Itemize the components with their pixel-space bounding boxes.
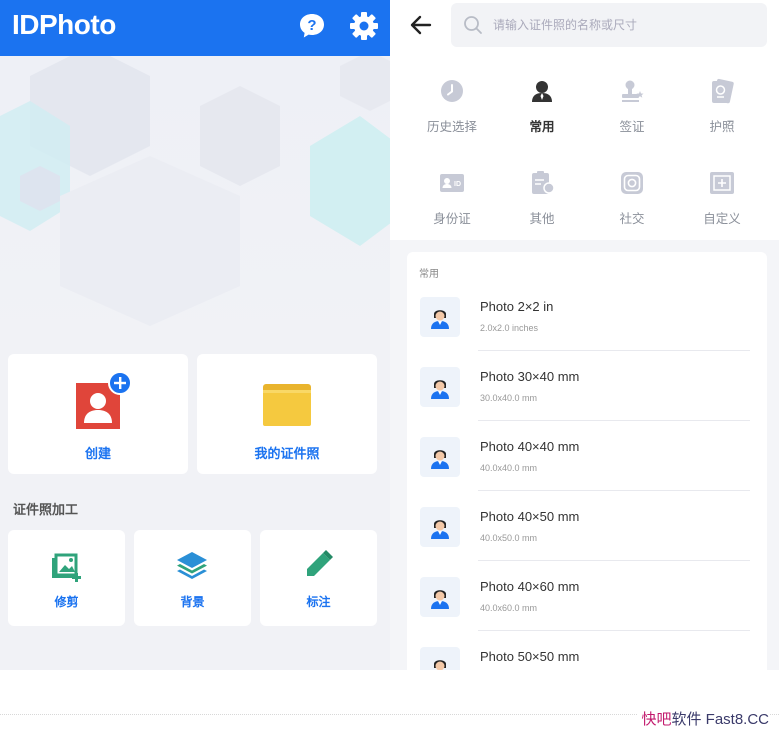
- list-item[interactable]: Photo 2×2 in 2.0x2.0 inches: [407, 285, 767, 355]
- portrait-thumbnail: [420, 367, 460, 407]
- watermark-part: 软件 Fast8.CC: [671, 711, 769, 728]
- category-label: 历史选择: [426, 119, 477, 134]
- category-label: 社交: [619, 211, 645, 226]
- search-header: 历史选择 常用 签证: [390, 0, 779, 240]
- hero-background: [0, 56, 390, 346]
- app-title: IDPhoto: [12, 9, 116, 40]
- portrait-thumbnail: [420, 437, 460, 477]
- item-title: Photo 50×50 mm: [480, 649, 580, 664]
- category-label: 其他: [529, 211, 555, 226]
- search-bar[interactable]: [451, 3, 767, 47]
- my-photos-label: 我的证件照: [254, 447, 320, 462]
- home-screen: IDPhoto ? 创建 我的证件照 证件照加工 修剪 背景 标注: [0, 0, 390, 670]
- annotate-tool-button[interactable]: 标注: [260, 530, 377, 626]
- portrait-icon: [431, 520, 449, 539]
- category-social[interactable]: 社交: [587, 170, 677, 234]
- portrait-icon: [431, 590, 449, 609]
- watermark: 快吧软件 Fast8.CC: [637, 708, 769, 729]
- category-label: 签证: [619, 119, 645, 134]
- category-label: 身份证: [433, 211, 471, 226]
- portrait-thumbnail: [420, 577, 460, 617]
- portrait-icon: [431, 380, 449, 399]
- layers-icon: [177, 552, 207, 579]
- item-title: Photo 30×40 mm: [480, 369, 580, 384]
- app-bar: IDPhoto ?: [0, 0, 390, 56]
- list-item[interactable]: Photo 40×60 mm 40.0x60.0 mm: [407, 565, 767, 635]
- template-screen: 历史选择 常用 签证: [390, 0, 779, 670]
- stamp-icon: [622, 80, 644, 102]
- portrait-thumbnail: [420, 297, 460, 337]
- item-size: 30.0x40.0 mm: [480, 393, 538, 403]
- category-other[interactable]: 其他: [497, 170, 587, 234]
- passport-icon: [712, 78, 734, 104]
- template-list: 常用 Photo 2×2 in 2.0x2.0 inches Photo 30×…: [407, 252, 767, 670]
- list-item[interactable]: Photo 40×40 mm 40.0x40.0 mm: [407, 425, 767, 495]
- category-label: 自定义: [703, 211, 741, 226]
- watermark-part: 快吧: [641, 711, 672, 728]
- item-size: 2.0x2.0 inches: [480, 323, 539, 333]
- divider: [478, 350, 750, 351]
- portrait-thumbnail: [420, 507, 460, 547]
- create-photo-icon: [76, 371, 132, 429]
- folder-icon: [263, 384, 311, 426]
- portrait-icon: [431, 310, 449, 329]
- item-title: Photo 40×50 mm: [480, 509, 580, 524]
- create-button[interactable]: 创建: [8, 354, 188, 474]
- list-heading: 常用: [419, 269, 439, 280]
- category-label: 护照: [709, 119, 735, 134]
- divider: [478, 490, 750, 491]
- category-visa[interactable]: 签证: [587, 78, 677, 142]
- category-history[interactable]: 历史选择: [407, 78, 497, 142]
- crop-image-icon: [52, 553, 81, 582]
- background-tool-button[interactable]: 背景: [134, 530, 251, 626]
- footer-strip: 快吧软件 Fast8.CC: [0, 670, 779, 733]
- back-arrow-icon[interactable]: [408, 12, 434, 38]
- id-card-icon: ID: [440, 174, 464, 192]
- crop-label: 修剪: [54, 595, 79, 609]
- clock-icon: [441, 80, 463, 102]
- list-item[interactable]: Photo 40×50 mm 40.0x50.0 mm: [407, 495, 767, 565]
- item-size: 40.0x50.0 mm: [480, 533, 538, 543]
- category-label: 常用: [529, 119, 555, 134]
- crop-tool-button[interactable]: 修剪: [8, 530, 125, 626]
- item-title: Photo 40×40 mm: [480, 439, 580, 454]
- portrait-icon: [431, 450, 449, 469]
- item-size: 40.0x40.0 mm: [480, 463, 538, 473]
- document-icon: [532, 171, 555, 194]
- pencil-icon: [307, 550, 333, 576]
- my-photos-button[interactable]: 我的证件照: [197, 354, 377, 474]
- category-id-card[interactable]: ID 身份证: [407, 170, 497, 234]
- instagram-icon: [621, 172, 643, 194]
- portrait-icon: [434, 660, 446, 670]
- help-icon[interactable]: ?: [298, 12, 326, 40]
- list-item[interactable]: Photo 50×50 mm: [407, 635, 767, 670]
- divider: [478, 560, 750, 561]
- search-icon: [464, 16, 482, 34]
- background-label: 背景: [180, 595, 205, 609]
- svg-text:?: ?: [307, 17, 316, 34]
- custom-frame-icon: [710, 172, 734, 194]
- annotate-label: 标注: [306, 595, 331, 609]
- item-size: 40.0x60.0 mm: [480, 603, 538, 613]
- create-label: 创建: [84, 447, 111, 462]
- svg-text:ID: ID: [454, 181, 461, 188]
- category-custom[interactable]: 自定义: [677, 170, 767, 234]
- portrait-thumbnail: [420, 647, 460, 670]
- person-icon: [532, 81, 552, 102]
- divider: [478, 420, 750, 421]
- search-input[interactable]: [493, 3, 753, 47]
- list-item[interactable]: Photo 30×40 mm 30.0x40.0 mm: [407, 355, 767, 425]
- item-title: Photo 2×2 in: [480, 299, 554, 314]
- section-title: 证件照加工: [13, 503, 79, 518]
- gear-icon[interactable]: [349, 11, 379, 41]
- category-common[interactable]: 常用: [497, 78, 587, 142]
- item-title: Photo 40×60 mm: [480, 579, 580, 594]
- category-passport[interactable]: 护照: [677, 78, 767, 142]
- divider: [478, 630, 750, 631]
